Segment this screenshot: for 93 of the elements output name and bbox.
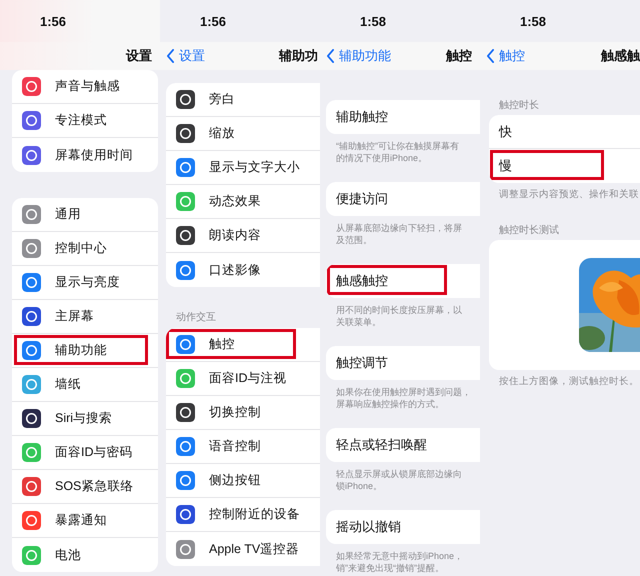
- settings-row[interactable]: 显示与亮度: [12, 266, 158, 300]
- back-chevron-icon: [486, 49, 495, 63]
- row-label: 声音与触感: [55, 78, 120, 95]
- settings-row[interactable]: 摇动以撤销: [326, 510, 480, 544]
- settings-row[interactable]: 专注模式: [12, 104, 158, 138]
- footnote-text: 销”来避免出现“撤销”提醒。: [336, 562, 445, 574]
- footnote-text: 锁iPhone。: [336, 480, 384, 492]
- settings-row[interactable]: 墙纸: [12, 368, 158, 402]
- settings-row[interactable]: 便捷访问: [326, 182, 480, 216]
- row-label: 墙纸: [55, 376, 81, 393]
- row-label: 切换控制: [209, 404, 261, 421]
- nav-title: 设置: [126, 47, 153, 65]
- settings-row[interactable]: 口述影像: [166, 253, 320, 287]
- settings-row[interactable]: 辅助触控: [326, 100, 480, 134]
- row-label: 触感触控: [336, 272, 388, 290]
- row-label: 面容ID与密码: [55, 444, 132, 461]
- settings-row[interactable]: 暴露通知: [12, 504, 158, 538]
- row-label: 主屏幕: [55, 308, 94, 325]
- nav-title: 触控: [446, 47, 473, 65]
- status-time: 1:58: [520, 14, 546, 28]
- row-label: 口述影像: [209, 262, 261, 278]
- section-header: 触控时长测试: [498, 224, 560, 238]
- row-label: 辅助功能: [55, 342, 107, 359]
- settings-row[interactable]: 电池: [12, 538, 158, 572]
- settings-row[interactable]: 辅助功能: [12, 334, 158, 368]
- row-label: 面容ID与注视: [209, 370, 286, 387]
- settings-row[interactable]: Siri与搜索: [12, 402, 158, 436]
- settings-row[interactable]: 声音与触感: [12, 70, 158, 104]
- row-label: 通用: [55, 206, 81, 223]
- settings-row[interactable]: 主屏幕: [12, 300, 158, 334]
- back-link[interactable]: 辅助功能: [326, 47, 391, 65]
- row-label: 便捷访问: [336, 190, 388, 208]
- status-time: 1:58: [360, 14, 386, 28]
- row-label: 电池: [55, 546, 81, 564]
- settings-row[interactable]: 触控调节: [326, 346, 480, 380]
- settings-row[interactable]: 控制中心: [12, 232, 158, 266]
- footnote-text: 如果经常无意中摇动到iPhone，: [336, 550, 464, 562]
- footnote-text: 从屏幕底部边缘向下轻扫，将屏: [336, 222, 463, 234]
- row-label: 控制附近的设备: [209, 506, 300, 523]
- row-label: 朗读内容: [209, 227, 261, 244]
- footnote-text: “辅助触控”可让你在触摸屏幕有: [336, 140, 460, 152]
- row-label: 侧边按钮: [209, 472, 261, 489]
- row-label: 快: [499, 122, 512, 140]
- footnote-text: 及范围。: [336, 234, 373, 246]
- footnote-text: 如果你在使用触控屏时遇到问题，: [336, 386, 472, 398]
- settings-row[interactable]: 慢: [489, 149, 640, 183]
- back-link[interactable]: 设置: [166, 47, 205, 65]
- footnote-text: 的情况下使用iPhone。: [336, 152, 428, 164]
- settings-row[interactable]: Apple TV遥控器: [166, 532, 320, 566]
- nav-title: 触感触: [601, 47, 640, 65]
- row-label: 显示与亮度: [55, 274, 120, 291]
- footnote-text: 轻点显示屏或从锁屏底部边缘向: [336, 468, 463, 480]
- row-label: Siri与搜索: [55, 410, 112, 427]
- footnote-text: 屏幕响应触控操作的方式。: [336, 398, 445, 410]
- nav-title: 辅助功: [279, 47, 319, 65]
- row-label: 暴露通知: [55, 512, 107, 529]
- back-chevron-icon: [326, 49, 335, 63]
- settings-row[interactable]: 轻点或轻扫唤醒: [326, 428, 480, 462]
- status-time: 1:56: [200, 14, 226, 28]
- footnote-text: 关联菜单。: [336, 316, 382, 328]
- settings-row[interactable]: 通用: [12, 198, 158, 232]
- row-label: 显示与文字大小: [209, 159, 300, 176]
- back-link[interactable]: 触控: [486, 47, 525, 65]
- row-label: 屏幕使用时间: [55, 146, 133, 164]
- settings-row[interactable]: SOS紧急联络: [12, 470, 158, 504]
- section-header: 触控时长: [498, 98, 540, 113]
- settings-row[interactable]: 面容ID与密码: [12, 436, 158, 470]
- back-label: 设置: [179, 47, 205, 65]
- footnote-text: 按住上方图像，测试触控时长。: [499, 376, 640, 388]
- row-label: 轻点或轻扫唤醒: [336, 436, 427, 454]
- row-label: 语音控制: [209, 438, 261, 455]
- row-label: 摇动以撤销: [336, 518, 401, 536]
- settings-row[interactable]: 屏幕使用时间: [12, 138, 158, 172]
- section-header: 动作交互: [175, 310, 217, 325]
- row-label: Apple TV遥控器: [209, 540, 300, 558]
- settings-row[interactable]: 快: [489, 115, 640, 149]
- row-label: 触控调节: [336, 354, 388, 372]
- back-chevron-icon: [166, 49, 175, 63]
- row-label: 旁白: [209, 91, 235, 108]
- back-label: 辅助功能: [339, 47, 391, 65]
- footnote-text: 用不同的时间长度按压屏幕，以: [336, 304, 463, 316]
- row-label: 慢: [499, 157, 512, 175]
- row-label: 辅助触控: [336, 108, 388, 126]
- footnote-text: 调整显示内容预览、操作和关联: [499, 189, 640, 201]
- row-label: 触控: [209, 336, 235, 353]
- row-label: 专注模式: [55, 112, 107, 129]
- row-label: 控制中心: [55, 240, 107, 257]
- status-time: 1:56: [40, 14, 66, 28]
- settings-row[interactable]: 触感触控: [326, 264, 480, 298]
- row-label: 动态效果: [209, 193, 261, 210]
- row-label: SOS紧急联络: [55, 478, 134, 495]
- back-label: 触控: [499, 47, 525, 65]
- row-label: 缩放: [209, 125, 235, 142]
